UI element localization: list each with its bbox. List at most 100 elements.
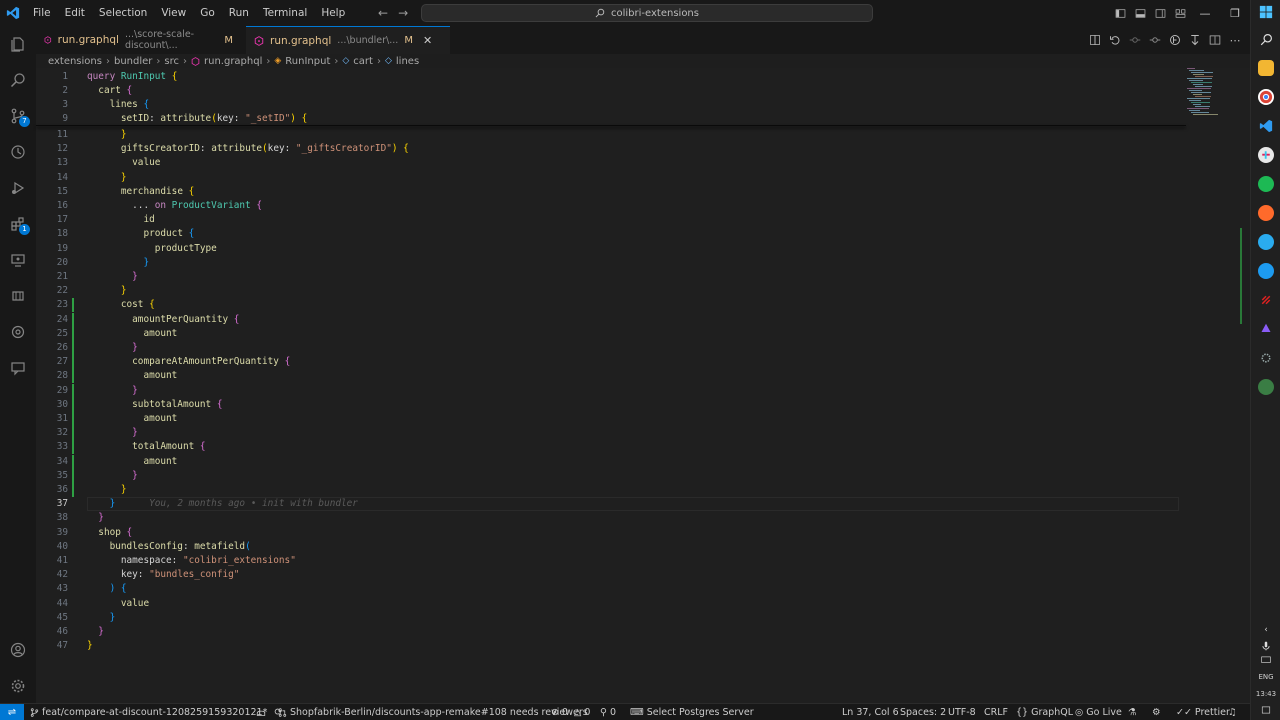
chat-icon[interactable] — [0, 354, 36, 382]
code-line[interactable]: 13 value — [36, 156, 1186, 170]
code-line[interactable]: 20 } — [36, 256, 1186, 270]
remote-indicator-icon[interactable]: ⇌ — [0, 704, 24, 720]
previous-change-icon[interactable] — [1128, 33, 1142, 47]
code-line[interactable]: 26 } — [36, 341, 1186, 355]
breadcrumb-lines[interactable]: lines — [396, 56, 419, 67]
code-line[interactable]: 45 } — [36, 611, 1186, 625]
menu-terminal[interactable]: Terminal — [256, 0, 314, 26]
timeline-icon[interactable] — [0, 138, 36, 166]
code-line[interactable]: 19 productType — [36, 242, 1186, 256]
file-explorer-icon[interactable] — [1258, 60, 1274, 76]
settings-gear-icon[interactable] — [0, 672, 36, 700]
code-line[interactable]: 31 amount — [36, 412, 1186, 426]
breadcrumb-runinput[interactable]: RunInput — [285, 56, 330, 67]
menu-help[interactable]: Help — [314, 0, 352, 26]
copilot-status-icon[interactable] — [256, 704, 266, 720]
breadcrumb-extensions[interactable]: extensions — [48, 56, 102, 67]
git-graph-icon[interactable] — [1168, 33, 1182, 47]
clock-time[interactable]: 13:43 — [1251, 690, 1280, 698]
accounts-icon[interactable] — [0, 636, 36, 664]
tab-run-graphql-score[interactable]: run.graphql ...\score-scale-discount\...… — [36, 26, 241, 54]
menu-run[interactable]: Run — [222, 0, 256, 26]
postman-icon[interactable] — [1258, 205, 1274, 221]
keyboard-language[interactable]: ENG — [1251, 673, 1280, 681]
search-sidebar-icon[interactable] — [0, 66, 36, 94]
code-line[interactable]: 14 } — [36, 171, 1186, 185]
code-line[interactable]: 46 } — [36, 625, 1186, 639]
tab-close-icon[interactable]: ✕ — [423, 34, 432, 47]
app-red-icon[interactable] — [1258, 292, 1274, 308]
code-line[interactable]: 36 } — [36, 483, 1186, 497]
remote-explorer-icon[interactable] — [0, 246, 36, 274]
notifications-bell-icon[interactable]: ♫ — [1228, 704, 1237, 720]
telegram-icon[interactable] — [1258, 234, 1274, 250]
cursor-position[interactable]: Ln 37, Col 6 — [842, 704, 899, 720]
language-mode[interactable]: {} GraphQL — [1016, 704, 1073, 720]
code-line[interactable]: 30 subtotalAmount { — [36, 397, 1186, 412]
app-purple-icon[interactable] — [1258, 321, 1274, 337]
code-line[interactable]: 25 amount — [36, 326, 1186, 341]
problems-status[interactable]: ⊗ 0 △ 0 — [551, 704, 590, 720]
pull-request-status[interactable]: Shopfabrik-Berlin/discounts-app-remake#1… — [278, 704, 588, 720]
taskbar-search-icon[interactable] — [1258, 31, 1274, 47]
customize-layout-icon[interactable] — [1170, 0, 1190, 26]
breadcrumb-file[interactable]: run.graphql — [204, 56, 262, 67]
revert-icon[interactable] — [1108, 33, 1122, 47]
code-line[interactable]: 44 value — [36, 597, 1186, 611]
line-ending[interactable]: CRLF — [984, 704, 1008, 720]
spotify-icon[interactable] — [1258, 176, 1274, 192]
code-line[interactable]: 43 ) { — [36, 582, 1186, 596]
code-line[interactable]: 16 ... on ProductVariant { — [36, 199, 1186, 213]
git-branch[interactable]: feat/compare-at-discount-120825915932012… — [30, 704, 282, 720]
minimize-icon[interactable]: — — [1190, 0, 1220, 26]
code-line[interactable]: 47} — [36, 639, 1186, 653]
notification-icon[interactable] — [1258, 702, 1274, 718]
next-change-icon[interactable] — [1148, 33, 1162, 47]
more-actions-icon[interactable]: ⋯ — [1228, 33, 1242, 47]
breadcrumb-bundler[interactable]: bundler — [114, 56, 152, 67]
github-copilot-icon[interactable] — [0, 282, 36, 310]
code-line[interactable]: 38 } — [36, 511, 1186, 525]
go-live-button[interactable]: ◎ Go Live — [1075, 704, 1122, 720]
code-line[interactable]: 29 } — [36, 383, 1186, 398]
code-line[interactable]: 42 key: "bundles_config" — [36, 568, 1186, 582]
minimap[interactable] — [1185, 68, 1241, 118]
code-line[interactable]: 21 } — [36, 270, 1186, 284]
vscode-taskbar-icon[interactable] — [1258, 118, 1274, 134]
code-editor[interactable]: 1 query RunInput {2 cart {3 lines {9 setI… — [36, 68, 1250, 703]
menu-edit[interactable]: Edit — [58, 0, 92, 26]
breadcrumb-cart[interactable]: cart — [353, 56, 373, 67]
command-center-search[interactable]: colibri-extensions — [421, 4, 873, 22]
code-line[interactable]: 37 } You, 2 months ago • init with bundl… — [36, 497, 1186, 512]
encoding[interactable]: UTF-8 — [948, 704, 976, 720]
run-debug-icon[interactable] — [0, 174, 36, 202]
code-line[interactable]: 1 query RunInput { — [36, 70, 1186, 84]
code-line[interactable]: 40 bundlesConfig: metafield( — [36, 540, 1186, 554]
code-line[interactable]: 24 amountPerQuantity { — [36, 312, 1186, 327]
tray-chevron-icon[interactable]: ‹ — [1258, 622, 1274, 638]
menu-file[interactable]: File — [26, 0, 58, 26]
restore-icon[interactable]: ❐ — [1220, 0, 1250, 26]
docker-icon[interactable] — [1258, 263, 1274, 279]
source-control-icon[interactable]: 7 — [0, 102, 36, 130]
code-line[interactable]: 3 lines { — [36, 98, 1186, 112]
database-icon[interactable] — [0, 318, 36, 346]
code-line[interactable]: 23 cost { — [36, 298, 1186, 313]
app-settings-icon[interactable] — [1258, 350, 1274, 366]
code-line[interactable]: 2 cart { — [36, 84, 1186, 98]
code-line[interactable]: 12 giftsCreatorID: attribute(key: "_gift… — [36, 142, 1186, 156]
indentation[interactable]: Spaces: 2 — [900, 704, 946, 720]
chrome-icon[interactable] — [1258, 89, 1274, 105]
compare-changes-icon[interactable] — [1088, 33, 1102, 47]
code-line[interactable]: 34 amount — [36, 454, 1186, 469]
windows-start-icon[interactable] — [1258, 4, 1274, 20]
menu-go[interactable]: Go — [193, 0, 222, 26]
forward-arrow-icon[interactable]: → — [398, 6, 408, 20]
code-line[interactable]: 15 merchandise { — [36, 185, 1186, 199]
ports-status[interactable]: ⚲ 0 — [600, 704, 616, 720]
code-line[interactable]: 18 product { — [36, 227, 1186, 241]
code-line[interactable]: 17 id — [36, 213, 1186, 227]
explorer-icon[interactable] — [0, 30, 36, 58]
menu-selection[interactable]: Selection — [92, 0, 154, 26]
code-line[interactable]: 35 } — [36, 468, 1186, 483]
